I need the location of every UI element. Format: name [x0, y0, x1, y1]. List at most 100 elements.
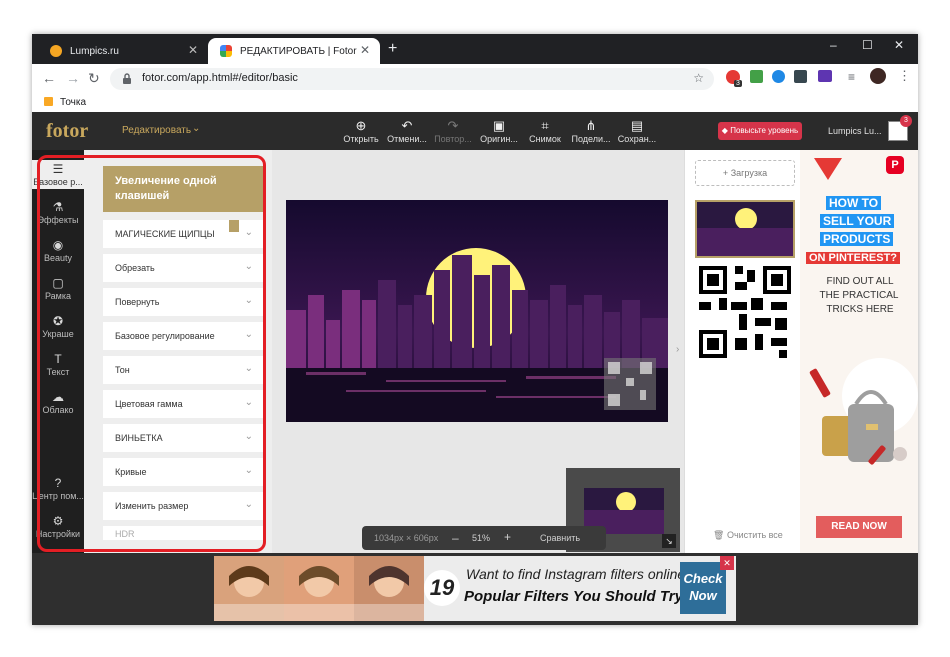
tool-label: Открыть: [343, 134, 379, 144]
save-icon: ▤: [630, 118, 644, 133]
thumbnail-city: [697, 228, 793, 256]
music-extension-icon[interactable]: [750, 70, 763, 83]
ad-headline: Want to find Instagram filters online?: [466, 566, 693, 582]
tool-label: Оригин...: [480, 134, 518, 144]
clear-all-button[interactable]: 🗑 Очистить все: [713, 530, 783, 541]
portrait-photos-image: [214, 556, 424, 621]
tool-label: Повтор...: [434, 134, 472, 144]
share-button[interactable]: ⋔ Подели...: [568, 118, 614, 144]
profile-avatar[interactable]: [870, 68, 886, 84]
redo-icon: ↷: [447, 118, 459, 133]
photo-canvas[interactable]: [286, 200, 668, 422]
new-tab-button[interactable]: +: [388, 40, 397, 58]
lock-icon: [123, 73, 131, 84]
tool-label: Подели...: [571, 134, 611, 144]
undo-button[interactable]: ↶ Отмени...: [384, 118, 430, 144]
collapse-minimap-icon[interactable]: ↘: [662, 534, 676, 548]
trash-icon: 🗑: [713, 530, 725, 540]
upload-button[interactable]: + Загрузка: [695, 160, 795, 186]
fotor-logo[interactable]: fotor: [46, 120, 88, 143]
folder-icon: [44, 97, 53, 106]
tab-title: РЕДАКТИРОВАТЬ | Fotor: [240, 45, 357, 57]
forward-button[interactable]: →: [66, 70, 80, 86]
undo-icon: ↶: [401, 118, 413, 133]
extension-badge: 3: [734, 80, 742, 87]
reload-button[interactable]: ↻: [88, 70, 100, 87]
close-tab-icon[interactable]: ✕: [360, 43, 370, 57]
compare-button[interactable]: Сравнить: [540, 533, 580, 543]
address-bar[interactable]: fotor.com/app.html#/editor/basic ☆: [110, 68, 714, 90]
tab-fotor[interactable]: РЕДАКТИРОВАТЬ | Fotor ✕: [208, 38, 380, 64]
redo-button[interactable]: ↷ Повтор...: [430, 118, 476, 144]
ad-banner-right[interactable]: P HOW TO SELL YOUR PRODUCTS ON PINTEREST…: [800, 150, 918, 553]
mode-dropdown[interactable]: Редактировать: [122, 125, 191, 136]
upgrade-button[interactable]: ◆ Повысьте уровень: [718, 122, 802, 140]
bookmark-star-icon[interactable]: ☆: [693, 71, 704, 85]
ad-body-line: TRICKS HERE: [826, 304, 894, 315]
minimize-button[interactable]: –: [830, 38, 837, 52]
back-button[interactable]: ←: [42, 70, 56, 86]
clear-all-label: Очистить все: [726, 530, 783, 540]
zoom-out-button[interactable]: –: [452, 531, 459, 545]
fotor-header: fotor Редактировать ⌄ ⊕ Открыть ↶ Отмени…: [32, 112, 918, 150]
upload-label: Загрузка: [730, 168, 768, 178]
notification-badge: 3: [900, 115, 912, 127]
snapshot-button[interactable]: ⌗ Снимок: [522, 118, 568, 144]
maximize-button[interactable]: ☐: [862, 38, 873, 52]
handbag-illustration: [809, 358, 918, 465]
open-button[interactable]: ⊕ Открыть: [338, 118, 384, 144]
upgrade-label: Повысьте уровень: [730, 126, 799, 135]
zoom-bar: 1034px × 606px – 51% + Сравнить: [362, 526, 606, 550]
ad-body-line: THE PRACTICAL: [819, 290, 899, 301]
zoom-in-button[interactable]: +: [504, 530, 511, 544]
zoom-percent: 51%: [472, 533, 491, 543]
history-thumbnail-photo[interactable]: [695, 200, 795, 258]
vpn-extension-icon[interactable]: [772, 70, 785, 83]
plus-icon: +: [722, 168, 729, 178]
tool-label: Сохран...: [617, 134, 657, 144]
close-window-button[interactable]: ✕: [894, 38, 904, 52]
close-ad-icon[interactable]: ✕: [720, 556, 734, 570]
chevron-down-icon: ⌄: [192, 123, 201, 134]
original-button[interactable]: ▣ Оригин...: [476, 118, 522, 144]
save-button[interactable]: ▤ Сохран...: [614, 118, 660, 144]
tool-label: Отмени...: [387, 134, 427, 144]
city-night-image: [286, 200, 668, 422]
thumbnail-moon: [735, 208, 757, 230]
media-control-icon[interactable]: ≡: [848, 70, 855, 84]
image-add-icon: ⊕: [355, 118, 367, 133]
cta-line: Check: [683, 571, 723, 586]
tab-lumpics[interactable]: Lumpics.ru ✕: [38, 38, 208, 64]
share-icon: ⋔: [585, 118, 597, 133]
history-panel: + Загрузка 🗑 Очистить все: [684, 150, 801, 553]
fotor-favicon-icon: [220, 45, 232, 57]
cube-extension-icon[interactable]: [794, 70, 807, 83]
ad-subheadline: Popular Filters You Should Try: [464, 588, 683, 605]
ad-banner-bottom[interactable]: 19 Want to find Instagram filters online…: [214, 556, 736, 621]
collapse-panel-icon[interactable]: ›: [676, 344, 679, 355]
bookmarks-bar: Точка: [32, 94, 918, 113]
ad-extension-icon[interactable]: [818, 70, 832, 82]
ad-number: 19: [424, 570, 460, 606]
history-thumbnail-qr[interactable]: [695, 262, 795, 362]
tool-label: Снимок: [529, 134, 561, 144]
ad-line: SELL YOUR: [820, 214, 895, 228]
diamond-icon: ◆: [721, 126, 728, 135]
ad-body-line: FIND OUT ALL: [826, 276, 894, 287]
cta-line: Now: [689, 588, 717, 603]
close-tab-icon[interactable]: ✕: [188, 43, 198, 57]
menu-dots-icon[interactable]: ⋮: [898, 68, 911, 84]
bookmark-tochka[interactable]: Точка: [60, 97, 86, 108]
pinterest-icon: P: [886, 156, 904, 174]
tab-strip: Lumpics.ru ✕ РЕДАКТИРОВАТЬ | Fotor ✕ + –…: [32, 34, 918, 64]
original-icon: ▣: [492, 118, 506, 133]
ad-line-red: ON PINTEREST?: [806, 252, 901, 264]
red-marker-icon: [814, 158, 842, 180]
user-name[interactable]: Lumpics Lu...: [828, 126, 882, 136]
lumpics-favicon-icon: [50, 45, 62, 57]
snapshot-icon: ⌗: [541, 118, 549, 133]
read-now-button[interactable]: READ NOW: [816, 516, 902, 538]
minimap-moon: [616, 492, 636, 512]
ad-line: HOW TO: [826, 196, 882, 210]
url-text: fotor.com/app.html#/editor/basic: [142, 72, 298, 84]
